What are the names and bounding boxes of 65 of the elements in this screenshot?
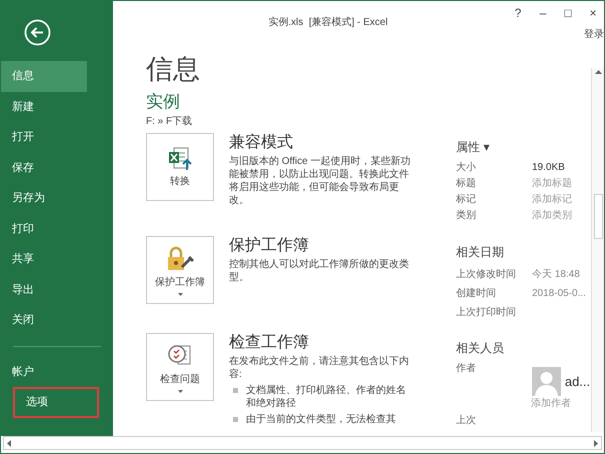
avatar-icon xyxy=(532,367,561,396)
window-control[interactable]: – xyxy=(538,7,548,19)
date-value: 今天 18:48 xyxy=(532,268,580,282)
caret-icon xyxy=(178,390,182,392)
sidebar-item[interactable]: 帐户 xyxy=(1,356,87,387)
date-label: 上次修改时间 xyxy=(456,268,517,282)
section-description: 在发布此文件之前，请注意其包含以下内容: xyxy=(229,355,410,381)
properties-heading[interactable]: 属性 ▾ xyxy=(456,138,591,156)
window-control[interactable]: ? xyxy=(513,7,523,19)
scroll-left-icon[interactable] xyxy=(7,440,11,446)
sidebar-item[interactable]: 打开 xyxy=(1,122,87,152)
property-value[interactable]: 添加标记 xyxy=(532,192,572,206)
people-heading: 相关人员 xyxy=(456,340,505,357)
bullet-text: 文档属性、打印机路径、作者的姓名和绝对路径 xyxy=(246,384,407,410)
date-label: 创建时间 xyxy=(456,286,497,301)
sidebar-item[interactable]: 打印 xyxy=(1,214,87,244)
date-value: 2018-05-0... xyxy=(532,287,586,301)
section-button[interactable]: 转换 xyxy=(146,133,214,201)
sidebar-item[interactable]: 导出 xyxy=(1,274,87,305)
window-control[interactable]: × xyxy=(588,7,598,19)
scrollbar-thumb[interactable] xyxy=(594,194,602,239)
dates-heading: 相关日期 xyxy=(456,244,505,261)
property-value: 19.0KB xyxy=(532,160,565,174)
horizontal-scrollbar[interactable] xyxy=(3,436,602,450)
lock-key-icon xyxy=(165,244,195,272)
sidebar-item[interactable]: 新建 xyxy=(1,92,87,122)
window-title: 实例.xls [兼容模式] - Excel xyxy=(268,17,388,28)
window-control[interactable]: □ xyxy=(563,7,573,19)
last-modified-by-label: 上次 xyxy=(456,414,476,428)
author-name: ad... xyxy=(564,372,590,391)
caret-icon xyxy=(178,292,182,296)
property-value[interactable]: 添加标题 xyxy=(532,176,572,190)
scroll-right-icon[interactable] xyxy=(594,440,598,446)
sidebar-item[interactable]: 关闭 xyxy=(1,305,87,336)
section-description: 与旧版本的 Office 一起使用时，某些新功能被禁用，以防止出现问题。转换此文件将启用这些功能，但可能会导致布局更改。 xyxy=(229,155,412,207)
sidebar-item[interactable]: 保存 xyxy=(1,152,87,183)
property-label: 标题 xyxy=(456,176,477,190)
scroll-up-icon[interactable] xyxy=(594,70,602,74)
property-label: 类别 xyxy=(456,208,477,222)
section-button[interactable]: 保护工作簿 xyxy=(146,236,214,304)
file-path: F: » F下载 xyxy=(146,114,194,129)
property-label: 大小 xyxy=(456,160,477,174)
excel-file-icon xyxy=(167,146,193,172)
back-icon[interactable] xyxy=(24,19,51,46)
vertical-scrollbar[interactable] xyxy=(591,68,604,432)
file-name: 实例 xyxy=(146,93,181,110)
section-title: 检查工作簿 xyxy=(229,333,310,353)
sidebar-item[interactable]: 选项 xyxy=(13,387,99,418)
property-label: 标记 xyxy=(456,192,477,206)
page-title: 信息 xyxy=(146,56,201,83)
date-label: 上次打印时间 xyxy=(456,306,517,320)
author-label: 作者 xyxy=(456,362,477,376)
section-title: 兼容模式 xyxy=(229,133,294,153)
bullet-icon xyxy=(233,417,238,422)
bullet-text: 由于当前的文件类型，无法检查其 xyxy=(246,413,396,426)
add-author-link[interactable]: 添加作者 xyxy=(531,396,571,411)
sidebar-item[interactable]: 共享 xyxy=(1,244,87,274)
sidebar-item[interactable]: 信息 xyxy=(1,61,87,92)
section-description: 控制其他人可以对此工作簿所做的更改类型。 xyxy=(229,258,410,284)
bullet-icon xyxy=(233,388,238,393)
section-button[interactable]: 检查问题 xyxy=(146,333,214,401)
sidebar-item[interactable]: 另存为 xyxy=(1,183,87,214)
property-value[interactable]: 添加类别 xyxy=(532,208,572,222)
sign-in-link[interactable]: 登录 xyxy=(584,27,604,42)
section-title: 保护工作簿 xyxy=(229,236,310,256)
